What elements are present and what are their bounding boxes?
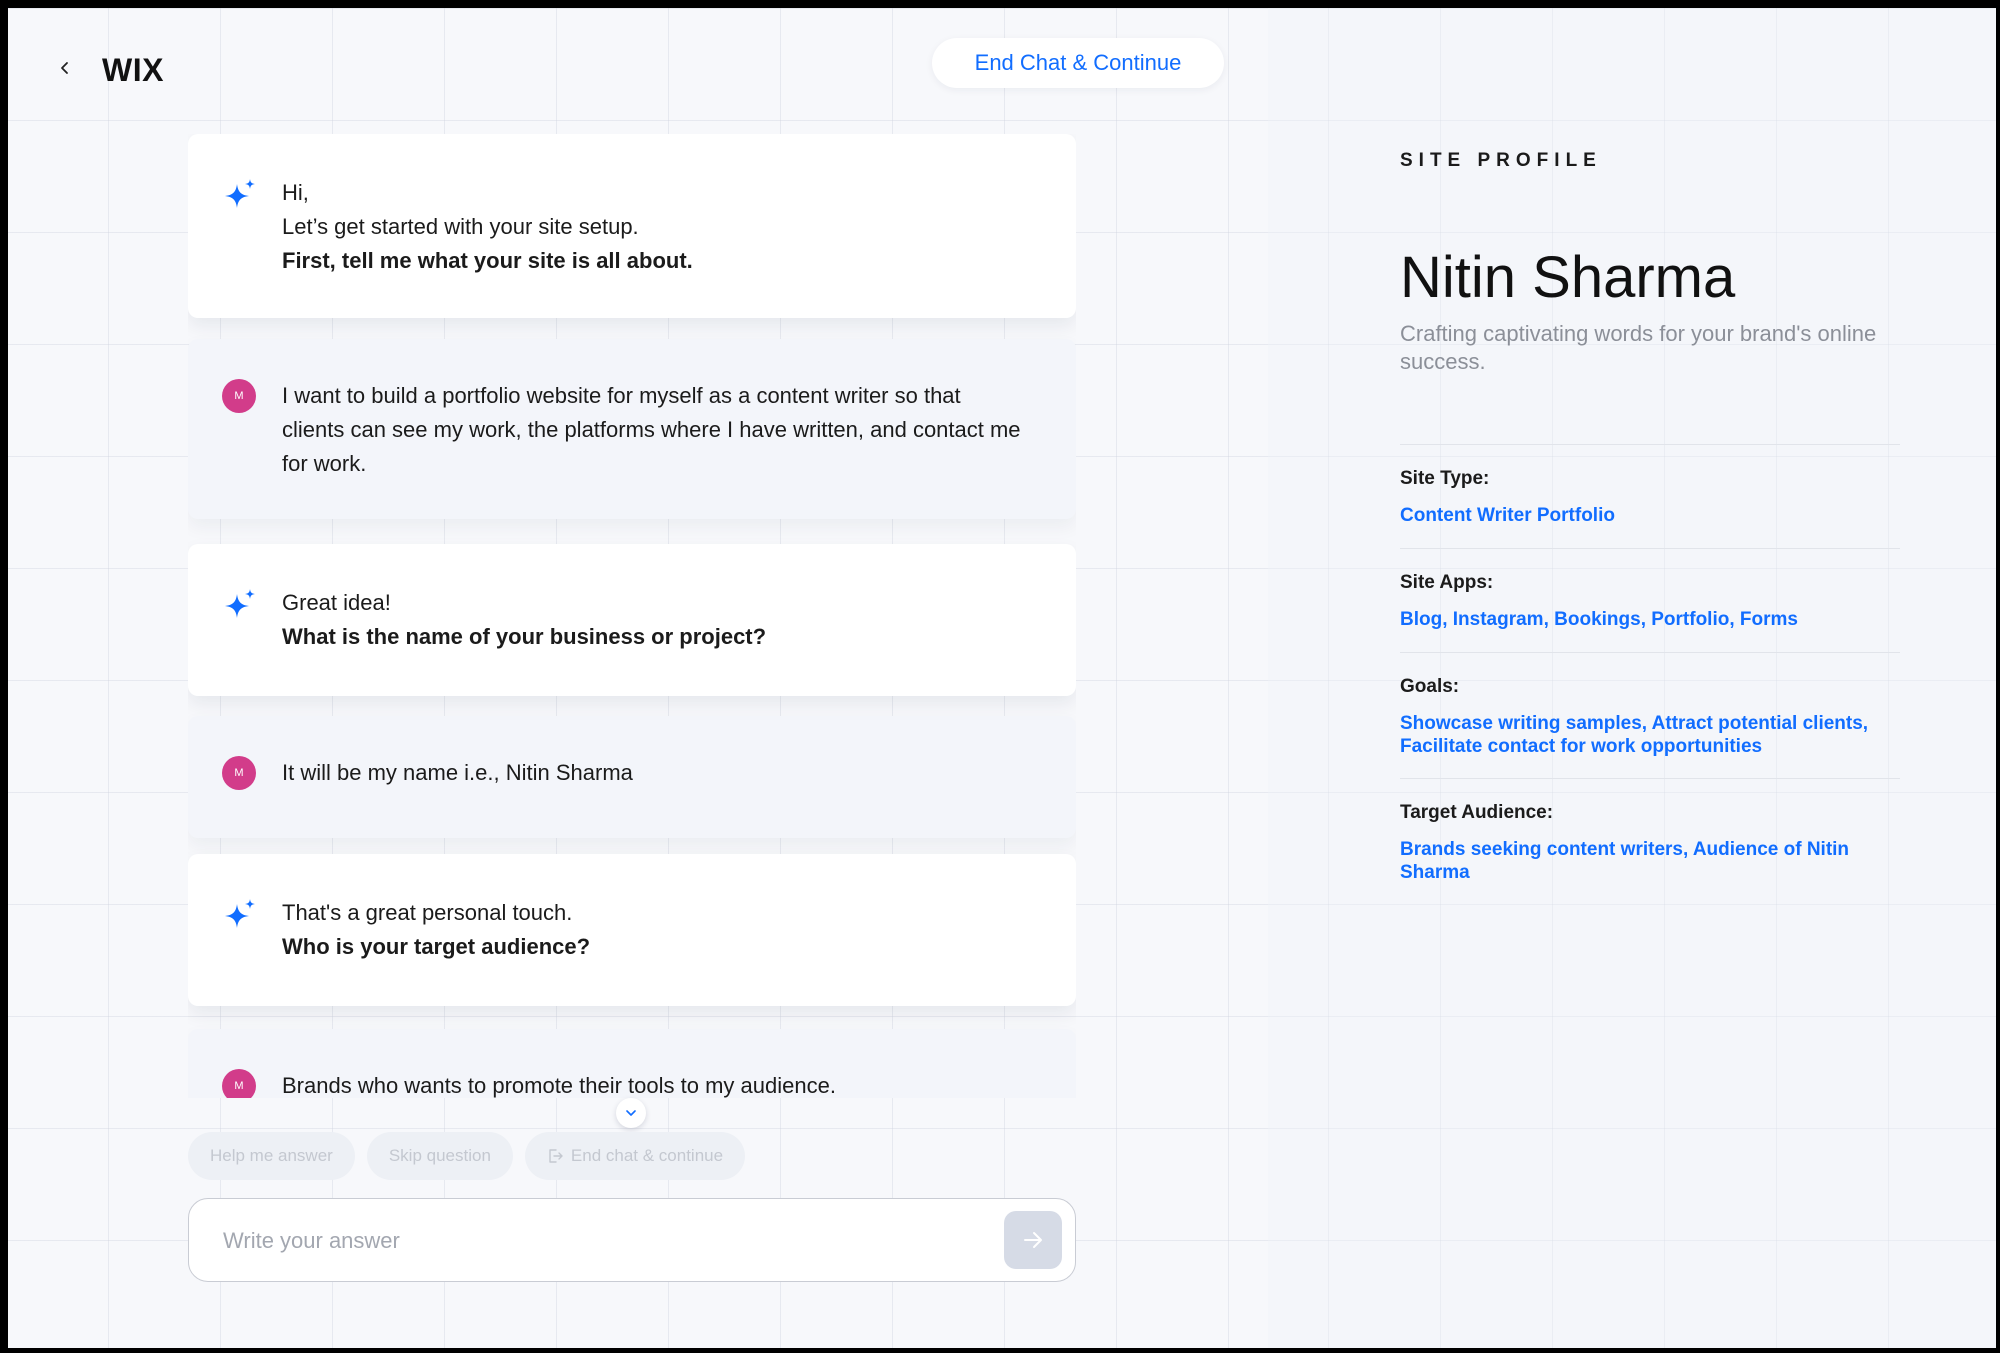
ai-message: Great idea! What is the name of your bus… <box>188 544 1076 696</box>
end-chat-continue-button[interactable]: End Chat & Continue <box>932 38 1224 88</box>
message-text: Brands who wants to promote their tools … <box>282 1073 836 1098</box>
site-apps-label: Site Apps: <box>1400 572 1494 593</box>
chat-thread[interactable]: Hi, Let’s get started with your site set… <box>188 134 1076 1098</box>
profile-name: Nitin Sharma <box>1400 245 1736 310</box>
message-line: Hi, <box>282 180 309 205</box>
message-line: That's a great personal touch. <box>282 900 573 925</box>
message-text: It will be my name i.e., Nitin Sharma <box>282 760 633 785</box>
message-line: Great idea! <box>282 590 391 615</box>
site-type-label: Site Type: <box>1400 468 1490 489</box>
divider <box>1400 444 1900 445</box>
scroll-down-button[interactable] <box>616 1098 646 1128</box>
goals-label: Goals: <box>1400 676 1460 697</box>
message-question: Who is your target audience? <box>282 934 591 959</box>
send-button[interactable] <box>1004 1211 1062 1269</box>
ai-sparkle-icon <box>225 179 255 208</box>
message-question: What is the name of your business or pro… <box>282 624 767 649</box>
skip-question-chip[interactable]: Skip question <box>366 1132 513 1180</box>
divider <box>1400 652 1900 653</box>
site-apps-value[interactable]: Blog, Instagram, Bookings, Portfolio, Fo… <box>1400 608 1900 631</box>
arrow-right-icon <box>1024 1232 1042 1248</box>
site-type-value[interactable]: Content Writer Portfolio <box>1400 504 1900 527</box>
user-message: M It will be my name i.e., Nitin Sharma <box>188 716 1076 838</box>
profile-tagline: Crafting captivating words for your bran… <box>1400 321 1877 374</box>
user-message: M I want to build a portfolio website fo… <box>188 339 1076 519</box>
site-profile-panel <box>1268 8 1996 1348</box>
ai-sparkle-icon <box>225 899 255 928</box>
chevron-left-icon <box>61 62 68 74</box>
help-me-answer-chip[interactable]: Help me answer <box>188 1132 355 1180</box>
divider <box>1400 778 1900 779</box>
chevron-down-icon <box>626 1110 636 1116</box>
profile-heading: SITE PROFILE <box>1400 150 1602 171</box>
target-audience-label: Target Audience: <box>1400 802 1554 823</box>
end-chat-continue-chip[interactable]: End chat & continue <box>524 1132 746 1180</box>
message-question: First, tell me what your site is all abo… <box>282 248 693 273</box>
answer-input[interactable] <box>223 1221 983 1261</box>
divider <box>1400 548 1900 549</box>
app-window: WIX End Chat & Continue Hi, Let’s get st… <box>8 8 1996 1348</box>
suggestion-chips: Help me answer Skip question End chat & … <box>188 1132 746 1180</box>
chat-panel: WIX End Chat & Continue Hi, Let’s get st… <box>8 8 1268 1348</box>
message-line: Let’s get started with your site setup. <box>282 214 639 239</box>
avatar: M <box>222 379 256 413</box>
avatar: M <box>222 756 256 790</box>
message-text: I want to build a portfolio website for … <box>282 383 1021 476</box>
goals-value[interactable]: Showcase writing samples, Attract potent… <box>1400 712 1900 758</box>
ai-sparkle-icon <box>225 589 255 618</box>
user-message: M Brands who wants to promote their tool… <box>188 1029 1076 1098</box>
answer-input-box <box>188 1198 1076 1282</box>
back-button[interactable] <box>50 48 80 88</box>
ai-message: That's a great personal touch. Who is yo… <box>188 854 1076 1006</box>
avatar: M <box>222 1069 256 1098</box>
ai-message: Hi, Let’s get started with your site set… <box>188 134 1076 318</box>
target-audience-value[interactable]: Brands seeking content writers, Audience… <box>1400 838 1900 884</box>
wix-logo[interactable]: WIX <box>102 52 164 89</box>
exit-icon <box>549 1149 563 1163</box>
